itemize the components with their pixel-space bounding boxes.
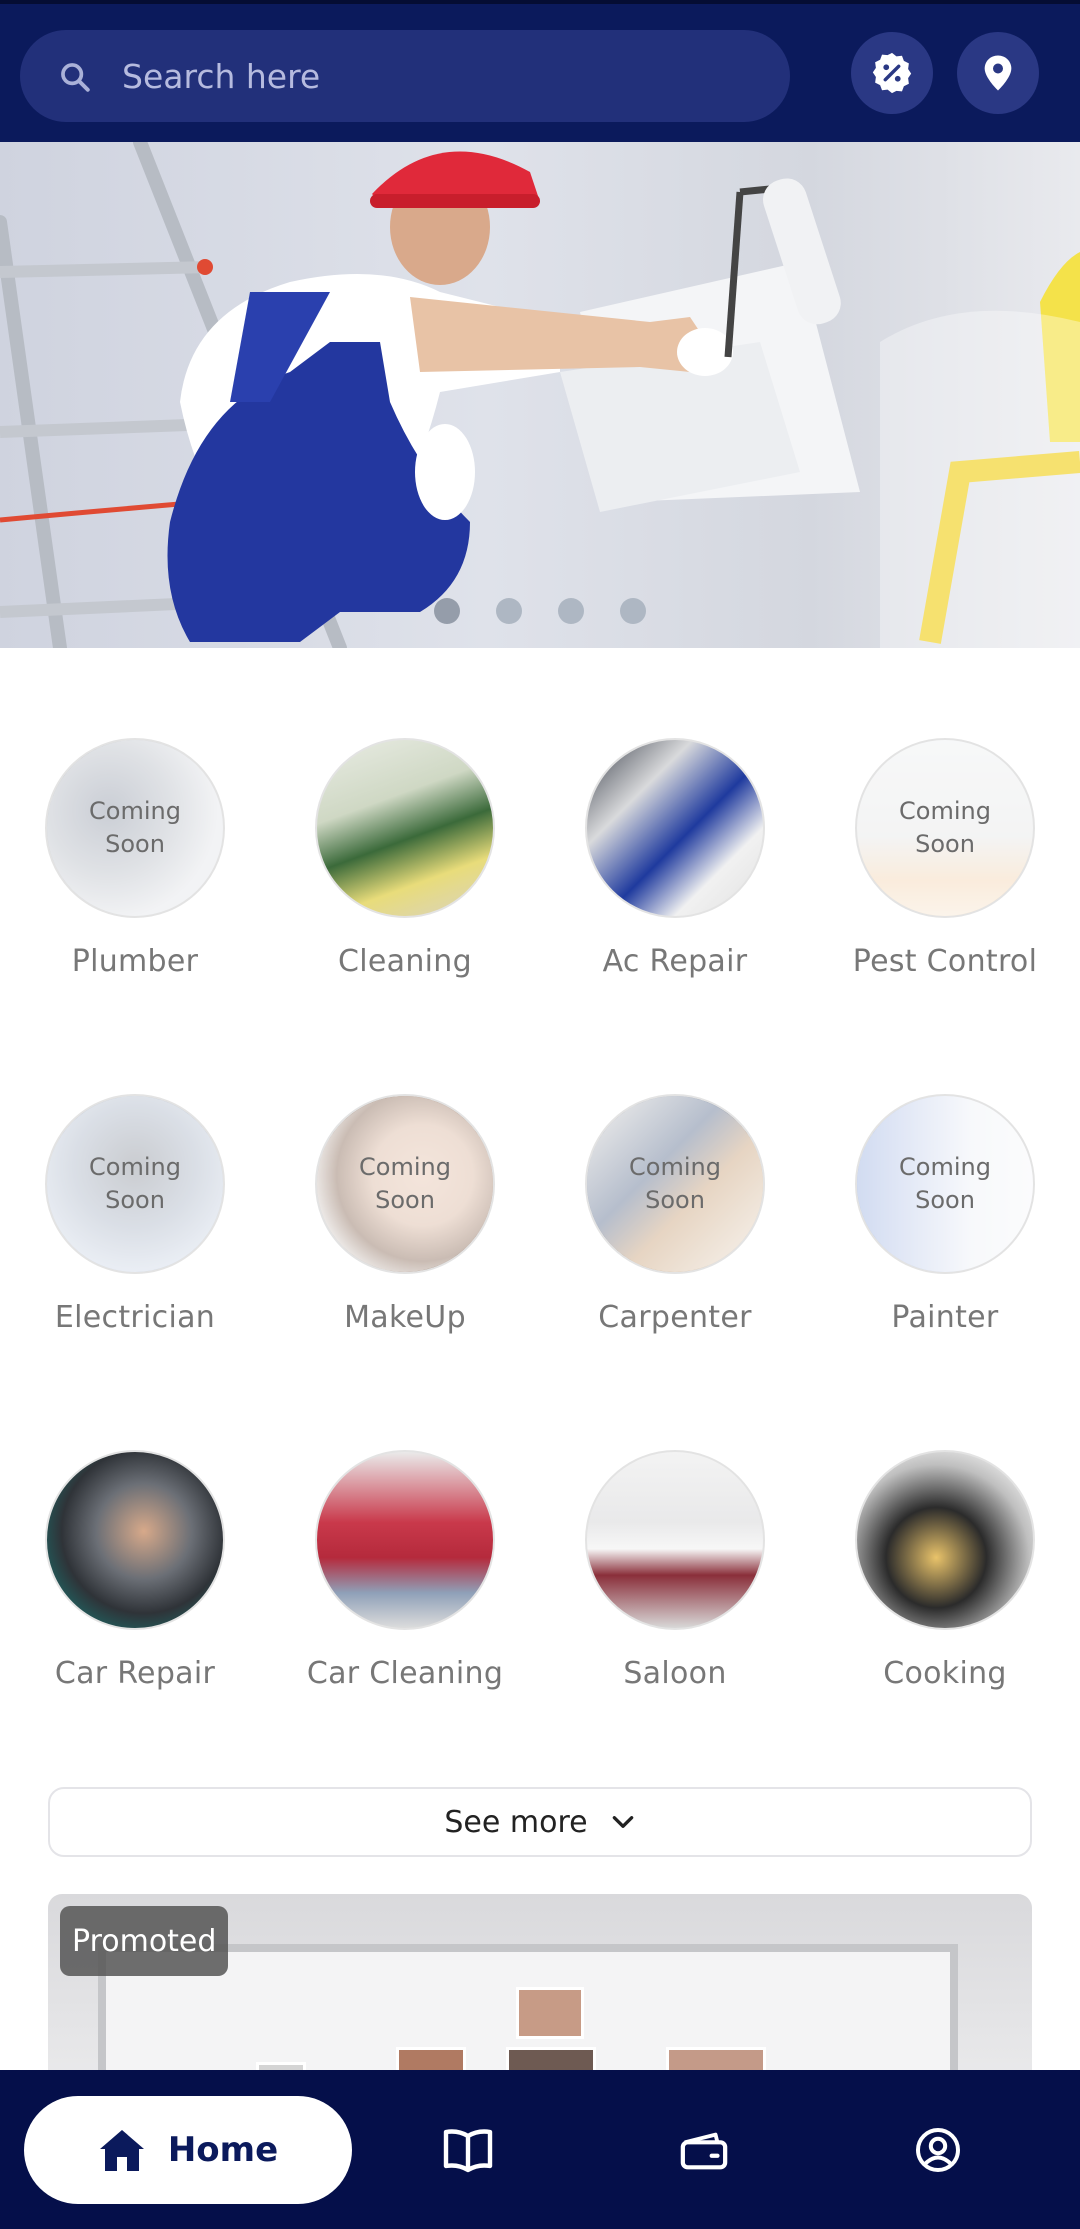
carousel-dot[interactable] [558, 598, 584, 624]
category-thumbnail [585, 738, 765, 918]
coming-soon-label: Coming Soon [857, 740, 1033, 916]
nav-home-label: Home [167, 2130, 279, 2170]
category-label: Cooking [883, 1656, 1007, 1691]
hero-banner[interactable] [0, 142, 1080, 648]
see-more-label: See more [444, 1804, 588, 1840]
coming-soon-label: Coming Soon [47, 1096, 223, 1272]
category-cleaning[interactable]: Cleaning [270, 738, 540, 979]
category-label: MakeUp [344, 1300, 466, 1335]
carousel-indicator [0, 598, 1080, 624]
category-thumbnail [45, 1450, 225, 1630]
category-label: Cleaning [338, 944, 472, 979]
category-car-repair[interactable]: Car Repair [0, 1450, 270, 1691]
category-electrician[interactable]: Coming Soon Electrician [0, 1094, 270, 1335]
nav-home[interactable]: Home [24, 2096, 352, 2204]
category-pest-control[interactable]: Coming Soon Pest Control [810, 738, 1080, 979]
top-bar [0, 0, 1080, 142]
category-ac-repair[interactable]: Ac Repair [540, 738, 810, 979]
home-icon [99, 2130, 144, 2171]
nav-wallet[interactable] [674, 2120, 734, 2180]
category-makeup[interactable]: Coming Soon MakeUp [270, 1094, 540, 1335]
offers-button[interactable] [851, 32, 933, 114]
location-button[interactable] [957, 32, 1039, 114]
discount-badge-icon [872, 52, 912, 94]
category-car-cleaning[interactable]: Car Cleaning [270, 1450, 540, 1691]
wall-photo [516, 1987, 584, 2039]
category-label: Ac Repair [602, 944, 748, 979]
coming-soon-label: Coming Soon [317, 1096, 493, 1272]
category-thumbnail: Coming Soon [45, 738, 225, 918]
category-label: Carpenter [598, 1300, 752, 1335]
category-cooking[interactable]: Cooking [810, 1450, 1080, 1691]
category-thumbnail [315, 1450, 495, 1630]
category-thumbnail: Coming Soon [585, 1094, 765, 1274]
category-label: Car Repair [54, 1656, 216, 1691]
carousel-dot[interactable] [496, 598, 522, 624]
category-plumber[interactable]: Coming Soon Plumber [0, 738, 270, 979]
search-icon [61, 63, 90, 92]
category-label: Plumber [71, 944, 199, 979]
carousel-dot[interactable] [434, 598, 460, 624]
nav-bookings[interactable] [438, 2120, 498, 2180]
coming-soon-label: Coming Soon [47, 740, 223, 916]
category-label: Pest Control [852, 944, 1038, 979]
category-thumbnail [585, 1450, 765, 1630]
category-thumbnail [855, 1450, 1035, 1630]
carousel-dot[interactable] [620, 598, 646, 624]
bottom-navigation: Home [0, 2070, 1080, 2229]
category-thumbnail [315, 738, 495, 918]
location-pin-icon [984, 55, 1012, 91]
painter-illustration [0, 142, 1080, 648]
category-carpenter[interactable]: Coming Soon Carpenter [540, 1094, 810, 1335]
category-painter[interactable]: Coming Soon Painter [810, 1094, 1080, 1335]
chevron-down-icon [612, 1816, 633, 1828]
category-label: Electrician [54, 1300, 216, 1335]
search-input[interactable] [122, 48, 762, 104]
category-label: Painter [891, 1300, 999, 1335]
promoted-badge: Promoted [60, 1906, 229, 1976]
coming-soon-label: Coming Soon [587, 1096, 763, 1272]
category-thumbnail: Coming Soon [315, 1094, 495, 1274]
wallet-icon [680, 2132, 728, 2170]
category-label: Saloon [623, 1656, 727, 1691]
nav-profile[interactable] [908, 2120, 968, 2180]
coming-soon-label: Coming Soon [857, 1096, 1033, 1272]
category-label: Car Cleaning [306, 1656, 504, 1691]
category-thumbnail: Coming Soon [855, 738, 1035, 918]
profile-icon [916, 2128, 960, 2172]
see-more-button[interactable]: See more [48, 1787, 1032, 1857]
book-icon [443, 2129, 493, 2173]
category-thumbnail: Coming Soon [45, 1094, 225, 1274]
category-saloon[interactable]: Saloon [540, 1450, 810, 1691]
category-thumbnail: Coming Soon [855, 1094, 1035, 1274]
search-bar[interactable] [20, 30, 790, 122]
